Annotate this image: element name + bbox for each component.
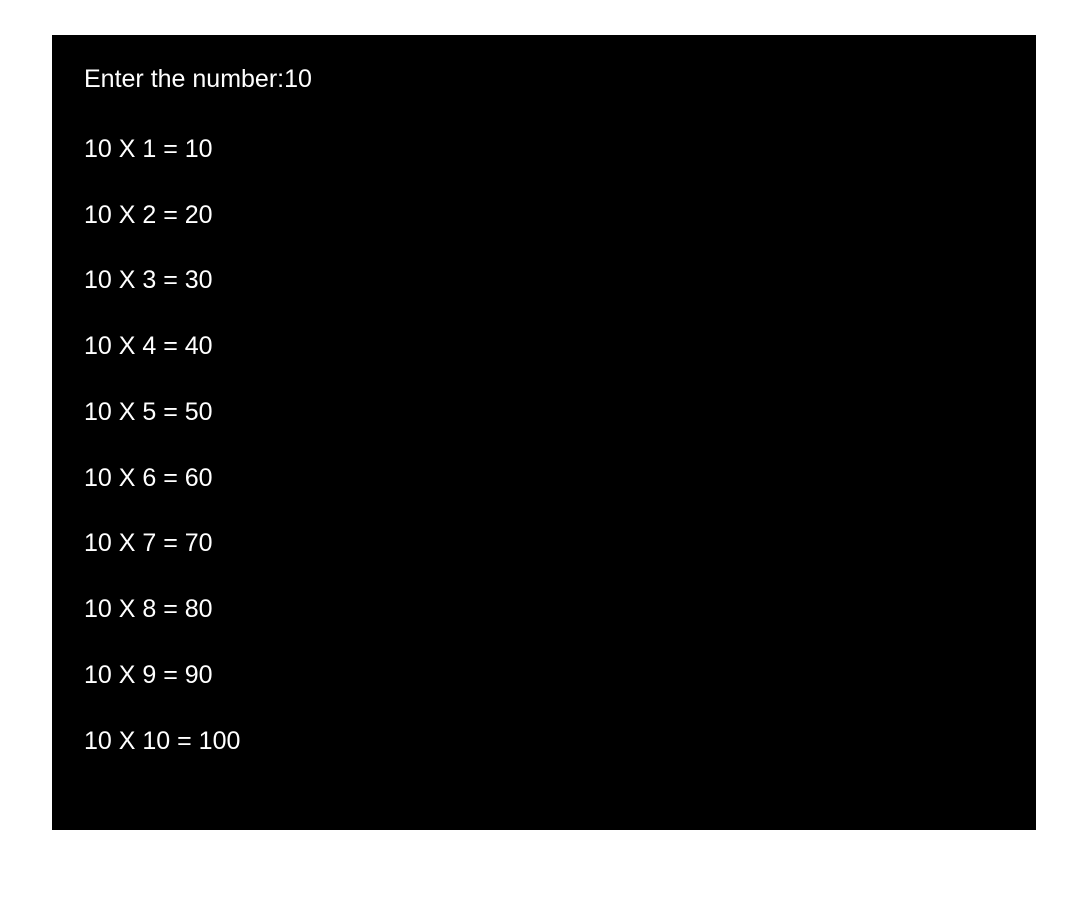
output-line: 10 X 4 = 40 [84, 330, 1004, 364]
output-line: 10 X 1 = 10 [84, 133, 1004, 167]
output-line: 10 X 3 = 30 [84, 264, 1004, 298]
output-line: 10 X 10 = 100 [84, 725, 1004, 759]
output-line: 10 X 8 = 80 [84, 593, 1004, 627]
output-line: 10 X 9 = 90 [84, 659, 1004, 693]
output-line: 10 X 7 = 70 [84, 527, 1004, 561]
user-input: 10 [284, 65, 312, 93]
terminal-output[interactable]: Enter the number:10 10 X 1 = 10 10 X 2 =… [52, 35, 1036, 830]
prompt-text: Enter the number: [84, 65, 284, 93]
output-line: 10 X 6 = 60 [84, 462, 1004, 496]
output-line: 10 X 5 = 50 [84, 396, 1004, 430]
prompt-line: Enter the number:10 [84, 63, 1004, 97]
output-line: 10 X 2 = 20 [84, 199, 1004, 233]
